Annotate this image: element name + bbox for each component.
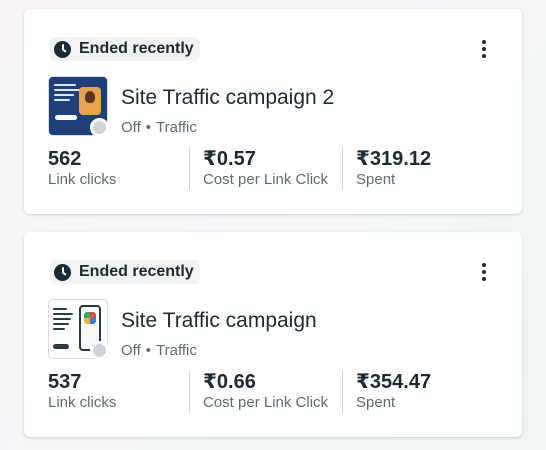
metric-link-clicks: 562 Link clicks [48, 148, 116, 190]
metric-label: Link clicks [48, 171, 117, 188]
campaign-objective: Traffic [156, 342, 197, 359]
campaign-name[interactable]: Site Traffic campaign 2 [121, 86, 334, 110]
more-options-icon[interactable] [476, 260, 492, 284]
metric-value: 562 [48, 148, 82, 170]
status-badge: Ended recently [50, 37, 200, 61]
metric-spent: ₹319.12 Spent [356, 148, 431, 190]
clock-icon [54, 40, 71, 58]
delivery-status-dot [90, 341, 109, 360]
campaign-meta: Off • Traffic [121, 342, 197, 359]
metric-value: 537 [48, 371, 82, 393]
status-label: Ended recently [79, 40, 194, 57]
status-label: Ended recently [79, 263, 194, 280]
metric-divider [189, 148, 190, 190]
metric-label: Cost per Link Click [203, 394, 329, 411]
delivery-status: Off [121, 342, 141, 359]
metric-value: ₹354.47 [356, 371, 432, 393]
metric-value: ₹0.66 [203, 371, 256, 393]
metric-value: ₹319.12 [356, 148, 432, 170]
status-badge: Ended recently [50, 260, 200, 284]
metric-label: Link clicks [48, 394, 117, 411]
campaign-card[interactable]: Ended recently Site Traffic campaign 2 O… [24, 9, 522, 214]
metric-label: Cost per Link Click [203, 171, 329, 188]
metric-spent: ₹354.47 Spent [356, 371, 431, 413]
metric-divider [189, 371, 190, 413]
campaign-card[interactable]: Ended recently Site Traffic campaign Off… [24, 232, 522, 437]
campaign-name[interactable]: Site Traffic campaign [121, 309, 317, 333]
campaign-meta: Off • Traffic [121, 119, 197, 136]
meta-separator: • [145, 119, 151, 136]
campaign-objective: Traffic [156, 119, 197, 136]
more-options-icon[interactable] [476, 37, 492, 61]
delivery-status: Off [121, 119, 141, 136]
metric-link-clicks: 537 Link clicks [48, 371, 116, 413]
meta-separator: • [145, 342, 151, 359]
metric-value: ₹0.57 [203, 148, 256, 170]
metric-label: Spent [356, 171, 396, 188]
metric-cost-per-click: ₹0.57 Cost per Link Click [203, 148, 328, 190]
metric-cost-per-click: ₹0.66 Cost per Link Click [203, 371, 328, 413]
metric-divider [342, 371, 343, 413]
metric-label: Spent [356, 394, 396, 411]
metric-divider [342, 148, 343, 190]
delivery-status-dot [90, 118, 109, 137]
clock-icon [54, 263, 71, 281]
